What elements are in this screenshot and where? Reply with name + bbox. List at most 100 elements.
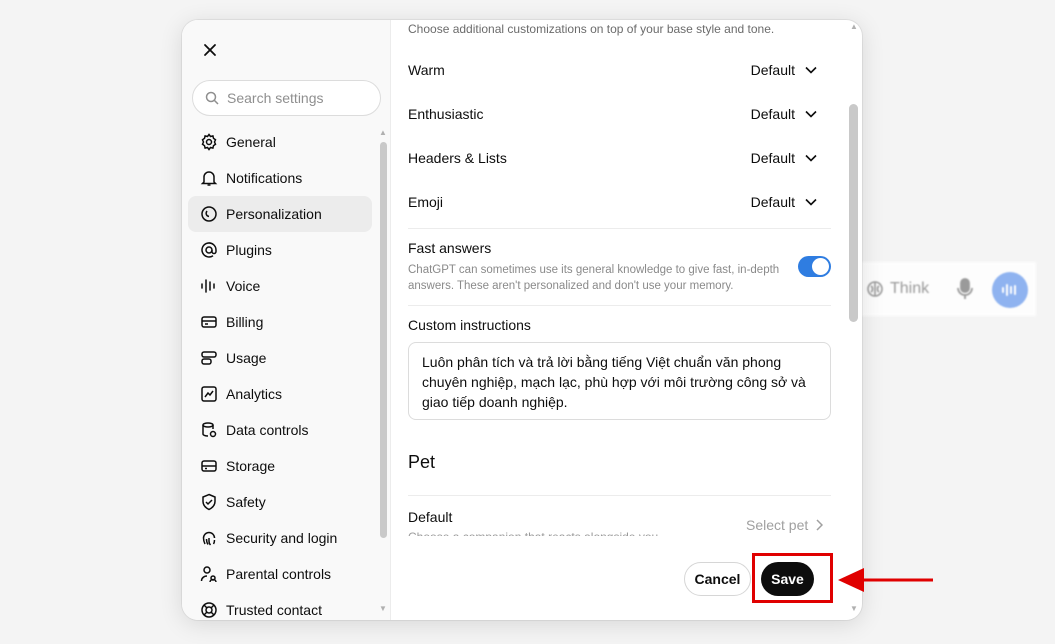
trait-row-enthusiastic: Enthusiastic Default xyxy=(408,92,831,136)
sidebar-item-label: Plugins xyxy=(226,242,272,258)
sidebar-item-label: Trusted contact xyxy=(226,602,322,618)
divider xyxy=(408,228,831,229)
trait-label: Enthusiastic xyxy=(408,106,484,122)
sidebar-item-security-and-login[interactable]: Security and login xyxy=(188,520,372,556)
settings-dialog: General Notifications Personalization Pl… xyxy=(182,20,862,620)
chevron-down-icon xyxy=(805,198,817,206)
sidebar-item-trusted-contact[interactable]: Trusted contact xyxy=(188,592,372,620)
chevron-down-icon xyxy=(805,66,817,74)
content-scroll-up-icon[interactable]: ▲ xyxy=(850,22,858,31)
microphone-icon xyxy=(957,278,973,299)
pet-row-title: Default xyxy=(408,509,453,525)
sidebar-item-notifications[interactable]: Notifications xyxy=(188,160,372,196)
personalization-panel: Choose additional customizations on top … xyxy=(392,20,862,620)
dropdown-value: Default xyxy=(750,106,795,122)
voice-wave-icon xyxy=(201,279,215,293)
sidebar-scrollbar[interactable] xyxy=(380,142,387,538)
customizations-intro: Choose additional customizations on top … xyxy=(408,22,775,36)
divider xyxy=(408,495,831,496)
sidebar-item-label: Billing xyxy=(226,314,264,330)
usage-icon xyxy=(201,351,217,365)
pet-section-title: Pet xyxy=(408,452,436,472)
sidebar-item-label: Personalization xyxy=(226,206,322,222)
cancel-button[interactable]: Cancel xyxy=(684,562,751,596)
think-label: Think xyxy=(890,280,930,297)
trait-label: Headers & Lists xyxy=(408,150,507,166)
select-pet-label: Select pet xyxy=(746,517,809,533)
lifebuoy-icon xyxy=(201,602,217,618)
emoji-dropdown[interactable]: Default xyxy=(751,194,831,210)
select-pet-button[interactable]: Select pet xyxy=(746,517,824,533)
background-think-button: Think xyxy=(866,280,929,298)
custom-instructions-textarea[interactable]: Luôn phân tích và trả lời bằng tiếng Việ… xyxy=(408,342,831,420)
parent-user-icon xyxy=(200,566,217,583)
chevron-down-icon xyxy=(805,154,817,162)
sidebar-item-data-controls[interactable]: Data controls xyxy=(188,412,372,448)
search-input[interactable] xyxy=(227,90,367,106)
warm-dropdown[interactable]: Default xyxy=(751,62,831,78)
chart-icon xyxy=(201,386,217,402)
sidebar-item-voice[interactable]: Voice xyxy=(188,268,372,304)
sidebar-item-safety[interactable]: Safety xyxy=(188,484,372,520)
fast-answers-title: Fast answers xyxy=(408,240,492,256)
sidebar-item-analytics[interactable]: Analytics xyxy=(188,376,372,412)
fingerprint-icon xyxy=(202,531,216,546)
at-sign-icon xyxy=(201,242,217,258)
sidebar-item-general[interactable]: General xyxy=(188,124,372,160)
enthusiastic-dropdown[interactable]: Default xyxy=(751,106,831,122)
sidebar-item-usage[interactable]: Usage xyxy=(188,340,372,376)
trait-label: Warm xyxy=(408,62,445,78)
sidebar-scroll-up-icon[interactable]: ▲ xyxy=(379,128,387,137)
storage-icon xyxy=(201,460,217,472)
content-scrollbar[interactable] xyxy=(849,104,858,322)
sidebar-item-parental-controls[interactable]: Parental controls xyxy=(188,556,372,592)
brain-icon xyxy=(867,281,883,297)
fast-answers-toggle[interactable] xyxy=(798,256,831,277)
trait-label: Emoji xyxy=(408,194,444,210)
close-button[interactable] xyxy=(198,38,222,62)
personalization-icon xyxy=(201,206,217,222)
sidebar-item-storage[interactable]: Storage xyxy=(188,448,372,484)
settings-nav: General Notifications Personalization Pl… xyxy=(188,124,372,620)
sidebar-item-label: Parental controls xyxy=(226,566,332,582)
shield-check-icon xyxy=(202,493,216,511)
voice-wave-icon xyxy=(1002,284,1016,296)
sidebar-item-label: Usage xyxy=(226,350,267,366)
trait-row-warm: Warm Default xyxy=(408,48,831,92)
sidebar-item-label: Notifications xyxy=(226,170,303,186)
dropdown-value: Default xyxy=(750,194,795,210)
fast-answers-description: ChatGPT can sometimes use its general kn… xyxy=(408,264,780,292)
headers-lists-dropdown[interactable]: Default xyxy=(751,150,831,166)
bell-icon xyxy=(200,171,218,186)
search-settings-field[interactable] xyxy=(192,80,381,116)
sidebar-item-label: Analytics xyxy=(226,386,283,402)
sidebar-item-label: Storage xyxy=(226,458,276,474)
content-scroll-down-icon[interactable]: ▼ xyxy=(850,604,858,613)
sidebar-item-label: Voice xyxy=(226,278,261,294)
credit-card-icon xyxy=(201,316,217,328)
dropdown-value: Default xyxy=(750,62,795,78)
trait-row-headers-lists: Headers & Lists Default xyxy=(408,136,831,180)
sidebar-item-label: Safety xyxy=(226,494,266,510)
red-arrow-icon xyxy=(838,568,933,592)
sidebar-item-label: General xyxy=(226,134,276,150)
gear-icon xyxy=(201,133,217,151)
sidebar-item-personalization[interactable]: Personalization xyxy=(188,196,372,232)
trait-row-emoji: Emoji Default xyxy=(408,180,831,224)
custom-instructions-title: Custom instructions xyxy=(408,317,531,333)
chevron-right-icon xyxy=(816,519,824,531)
dropdown-value: Default xyxy=(750,150,795,166)
divider xyxy=(408,305,831,306)
sidebar-item-label: Security and login xyxy=(226,530,338,546)
database-gear-icon xyxy=(202,422,217,438)
save-button[interactable]: Save xyxy=(761,562,814,596)
sidebar-item-billing[interactable]: Billing xyxy=(188,304,372,340)
sidebar-scroll-down-icon[interactable]: ▼ xyxy=(379,604,387,613)
sidebar-item-label: Data controls xyxy=(226,422,309,438)
close-icon xyxy=(204,44,216,56)
settings-sidebar: General Notifications Personalization Pl… xyxy=(182,20,391,620)
voice-mode-button xyxy=(992,272,1028,308)
search-icon xyxy=(205,91,219,105)
chevron-down-icon xyxy=(805,110,817,118)
sidebar-item-plugins[interactable]: Plugins xyxy=(188,232,372,268)
